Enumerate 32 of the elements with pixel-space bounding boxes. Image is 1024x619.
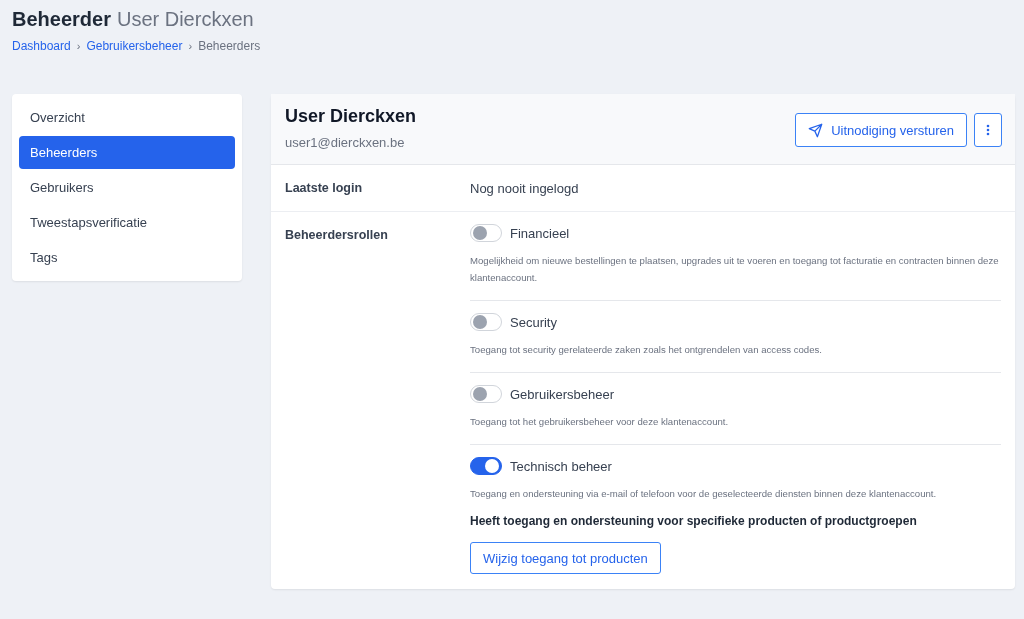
field-label: Laatste login xyxy=(285,181,364,196)
toggle-switch[interactable] xyxy=(470,457,502,475)
more-button[interactable] xyxy=(974,113,1002,147)
breadcrumb-separator: › xyxy=(76,40,81,52)
role-name: Gebruikersbeheer xyxy=(510,386,615,402)
sidebar-item[interactable]: Gebruikers xyxy=(19,171,235,204)
breadcrumb-link[interactable]: Dashboard xyxy=(12,39,71,53)
role-name: Security xyxy=(510,314,557,330)
send-invitation-button[interactable]: Uitnodiging versturen xyxy=(795,113,967,147)
role-description: Toegang tot security gerelateerde zaken zoals het ontgrendelen van access codes. xyxy=(470,343,823,357)
more-icon xyxy=(986,124,990,136)
user-name: User Dierckxen xyxy=(285,106,417,127)
field-label: Beheerdersrollen xyxy=(285,228,389,244)
access-note: Heeft toegang en ondersteuning voor specifieke producten of productgroepen xyxy=(470,514,918,528)
role-description: Toegang tot het gebruikersbeheer voor deze klantenaccount. xyxy=(470,415,730,429)
role-name: Financieel xyxy=(510,225,570,241)
breadcrumb-current: Beheerders xyxy=(198,39,261,53)
role-description: Mogelijkheid om nieuwe bestellingen te plaatsen, upgrades uit te voeren en toegang tot facturatie en contracten binnen deze klantenaccount. xyxy=(470,254,1000,285)
page-title: Beheerder xyxy=(12,8,111,31)
user-email: user1@dierckxen.be xyxy=(285,135,406,150)
sidebar-item[interactable]: Overzicht xyxy=(19,101,235,134)
change-access-button[interactable]: Wijzig toegang tot producten xyxy=(470,542,661,574)
page-subtitle: User Dierckxen xyxy=(116,8,254,31)
breadcrumb-separator: › xyxy=(188,40,193,52)
field-value: Nog nooit ingelogd xyxy=(470,181,579,196)
sidebar-item[interactable]: Tweestapsverificatie xyxy=(19,206,235,239)
sidebar-item[interactable]: Tags xyxy=(19,241,235,274)
breadcrumb-link[interactable]: Gebruikersbeheer xyxy=(86,39,183,53)
send-icon xyxy=(808,122,824,138)
role-description: Toegang en ondersteuning via e-mail of telefoon voor de geselecteerde diensten binnen deze klantenaccount. xyxy=(470,487,938,501)
sidebar-item[interactable]: Beheerders xyxy=(19,136,235,169)
role-name: Technisch beheer xyxy=(510,458,612,474)
